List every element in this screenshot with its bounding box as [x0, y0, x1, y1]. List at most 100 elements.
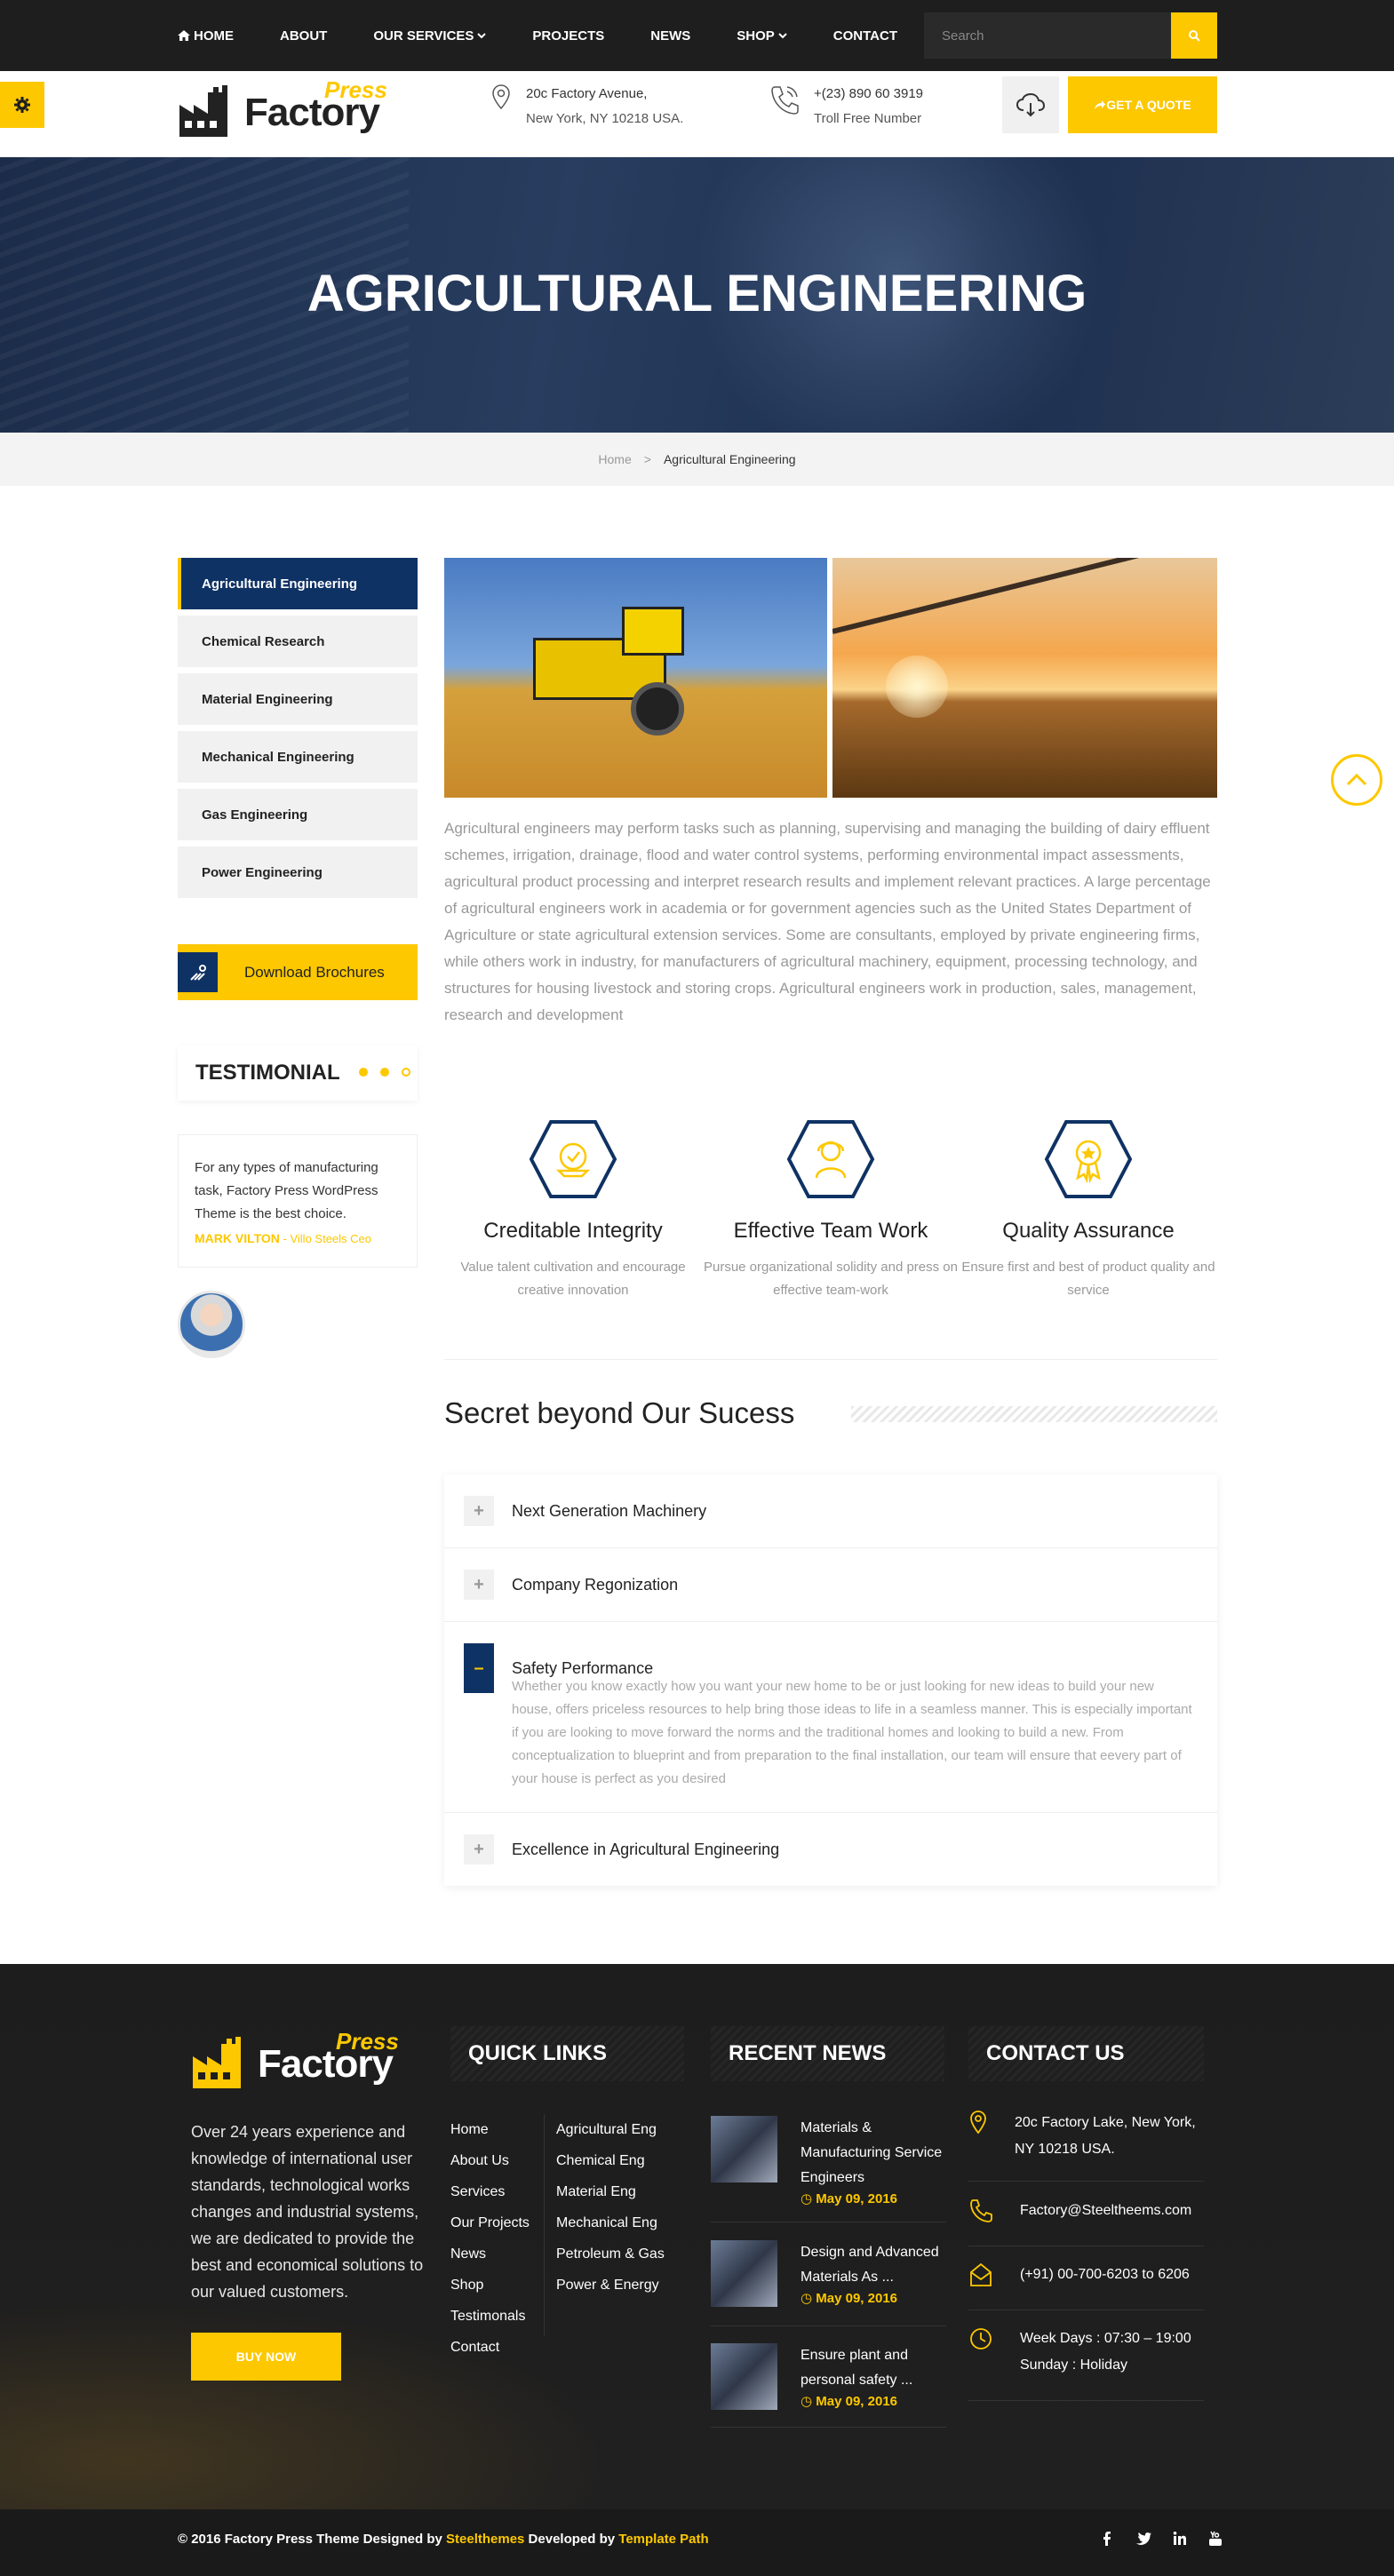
footer-link[interactable]: Petroleum & Gas — [556, 2238, 665, 2270]
hero-banner: AGRICULTURAL ENGINEERING — [0, 157, 1394, 433]
cloud-download-icon — [1016, 92, 1046, 117]
youtube-icon[interactable] — [1208, 2531, 1223, 2547]
pager-dot-3[interactable] — [402, 1068, 410, 1077]
divider — [444, 1359, 1217, 1360]
footer-link[interactable]: Power & Energy — [556, 2270, 665, 2301]
contact-address: 20c Factory Lake, New York, NY 10218 USA… — [968, 2110, 1206, 2163]
nav-projects[interactable]: PROJECTS — [532, 28, 604, 44]
plus-icon[interactable]: + — [464, 1570, 494, 1600]
sidebar-item-chemical-research[interactable]: Chemical Research — [178, 616, 418, 667]
social-links — [1100, 2531, 1223, 2547]
nav-about[interactable]: ABOUT — [280, 28, 327, 44]
footer-link[interactable]: About Us — [450, 2145, 530, 2176]
footer-link[interactable]: Services — [450, 2176, 530, 2207]
clock-icon — [970, 2328, 992, 2349]
news-title: Design and Advanced Materials As ... — [801, 2245, 939, 2285]
settings-tab[interactable] — [0, 82, 44, 128]
nav-contact[interactable]: CONTACT — [833, 28, 897, 44]
phone-icon — [771, 86, 799, 115]
recent-news-heading: RECENT NEWS — [711, 2026, 944, 2081]
service-sidebar: Agricultural Engineering Chemical Resear… — [178, 558, 418, 904]
news-thumbnail — [711, 2116, 777, 2182]
footer-link[interactable]: Chemical Eng — [556, 2145, 665, 2176]
search-input[interactable] — [924, 12, 1171, 59]
footer-about-text: Over 24 years experience and knowledge o… — [191, 2123, 424, 2301]
map-pin-icon — [970, 2111, 986, 2135]
news-item[interactable]: Materials & Manufacturing Service Engine… — [711, 2116, 952, 2206]
news-item[interactable]: Ensure plant and personal safety ... ◷ M… — [711, 2343, 952, 2410]
accordion-item-excellence-in-agricultural-engineering[interactable]: + Excellence in Agricultural Engineering — [444, 1813, 1217, 1886]
accordion-label: Excellence in Agricultural Engineering — [512, 1840, 780, 1858]
footer-logo[interactable]: Press Factory — [191, 2028, 404, 2090]
sidebar-item-agricultural-engineering[interactable]: Agricultural Engineering — [178, 558, 418, 609]
footer-link[interactable]: Our Projects — [450, 2207, 530, 2238]
copyright-text: © 2016 Factory Press Theme Designed by S… — [178, 2532, 709, 2547]
pager-dot-2[interactable] — [380, 1068, 389, 1077]
scroll-to-top-button[interactable] — [1331, 754, 1382, 806]
gear-icon — [14, 97, 30, 113]
footer-logo-factory: Factory — [258, 2042, 394, 2086]
search-button[interactable] — [1171, 12, 1217, 59]
buy-now-button[interactable]: BUY NOW — [191, 2333, 341, 2381]
address-line-2: New York, NY 10218 USA. — [526, 111, 684, 126]
twitter-icon[interactable] — [1135, 2531, 1151, 2547]
pager-dot-1[interactable] — [359, 1068, 368, 1077]
footer-link[interactable]: Home — [450, 2114, 530, 2145]
contact-phone: (+91) 00-700-6203 to 6206 — [968, 2262, 1211, 2288]
team-icon — [786, 1119, 875, 1199]
footer-link[interactable]: News — [450, 2238, 530, 2270]
feature-title: Effective Team Work — [733, 1219, 928, 1243]
accordion-item-next-generation-machinery[interactable]: + Next Generation Machinery — [444, 1475, 1217, 1548]
sidebar-item-material-engineering[interactable]: Material Engineering — [178, 673, 418, 725]
contact-email[interactable]: Factory@Steeltheems.com — [968, 2198, 1211, 2224]
feature-effective-team-work: Effective Team Work Pursue organizationa… — [702, 1119, 960, 1302]
sidebar-item-mechanical-engineering[interactable]: Mechanical Engineering — [178, 731, 418, 783]
footer-link[interactable]: Shop — [450, 2270, 530, 2301]
site-logo[interactable]: Press Factory — [178, 76, 391, 139]
nav-news[interactable]: NEWS — [650, 28, 690, 44]
news-item[interactable]: Design and Advanced Materials As ... ◷ M… — [711, 2240, 952, 2307]
accordion-item-safety-performance[interactable]: – Safety Performance Whether you know ex… — [444, 1622, 1217, 1813]
testimonial-author: MARK VILTON - Villo Steels Ceo — [195, 1231, 401, 1245]
download-cloud-button[interactable] — [1002, 76, 1059, 133]
top-navbar: HOME ABOUT OUR SERVICES PROJECTS NEWS SH… — [0, 0, 1394, 71]
service-description: Agricultural engineers may perform tasks… — [444, 820, 1211, 1023]
header-address: 20c Factory Avenue, New York, NY 10218 U… — [490, 82, 683, 131]
nav-our-services[interactable]: OUR SERVICES — [373, 28, 487, 44]
footer-link[interactable]: Agricultural Eng — [556, 2114, 665, 2145]
linkedin-icon[interactable] — [1173, 2531, 1187, 2547]
phone-number: +(23) 890 60 3919 — [814, 86, 924, 101]
address-line-1: 20c Factory Avenue, — [526, 86, 648, 101]
section-title-stripe — [851, 1406, 1217, 1422]
footer-link[interactable]: Mechanical Eng — [556, 2207, 665, 2238]
irrigation-boom-shape — [832, 558, 1213, 634]
quick-links-col-1: Home About Us Services Our Projects News… — [450, 2114, 530, 2363]
facebook-icon[interactable] — [1100, 2531, 1114, 2547]
footer-link[interactable]: Testimonals — [450, 2301, 530, 2332]
sidebar-item-gas-engineering[interactable]: Gas Engineering — [178, 789, 418, 840]
get-a-quote-button[interactable]: GET A QUOTE — [1068, 76, 1217, 133]
harvester-image — [444, 558, 827, 798]
footer-link[interactable]: Contact — [450, 2332, 530, 2363]
accordion-label: Company Regonization — [512, 1575, 679, 1594]
section-title: Secret beyond Our Sucess — [444, 1396, 795, 1429]
search-icon — [1189, 30, 1200, 42]
quick-links-heading: QUICK LINKS — [450, 2026, 684, 2081]
accordion-content: Whether you know exactly how you want yo… — [512, 1679, 1192, 1786]
download-brochures-button[interactable]: Download Brochures — [178, 944, 418, 1000]
nav-home[interactable]: HOME — [178, 28, 234, 44]
testimonial-pager — [359, 1068, 410, 1077]
minus-icon[interactable]: – — [464, 1643, 494, 1693]
footer-link[interactable]: Material Eng — [556, 2176, 665, 2207]
sidebar-item-power-engineering[interactable]: Power Engineering — [178, 847, 418, 898]
nav-shop[interactable]: SHOP — [737, 28, 787, 44]
accordion-item-company-regonization[interactable]: + Company Regonization — [444, 1548, 1217, 1622]
plus-icon[interactable]: + — [464, 1496, 494, 1526]
factory-logo-icon — [179, 85, 227, 137]
developer-link[interactable]: Template Path — [618, 2532, 708, 2547]
plus-icon[interactable]: + — [464, 1834, 494, 1864]
designer-link[interactable]: Steelthemes — [446, 2532, 524, 2547]
logo-factory-text: Factory — [244, 91, 380, 134]
contact-divider — [968, 2400, 1204, 2401]
breadcrumb-home[interactable]: Home — [598, 452, 631, 466]
